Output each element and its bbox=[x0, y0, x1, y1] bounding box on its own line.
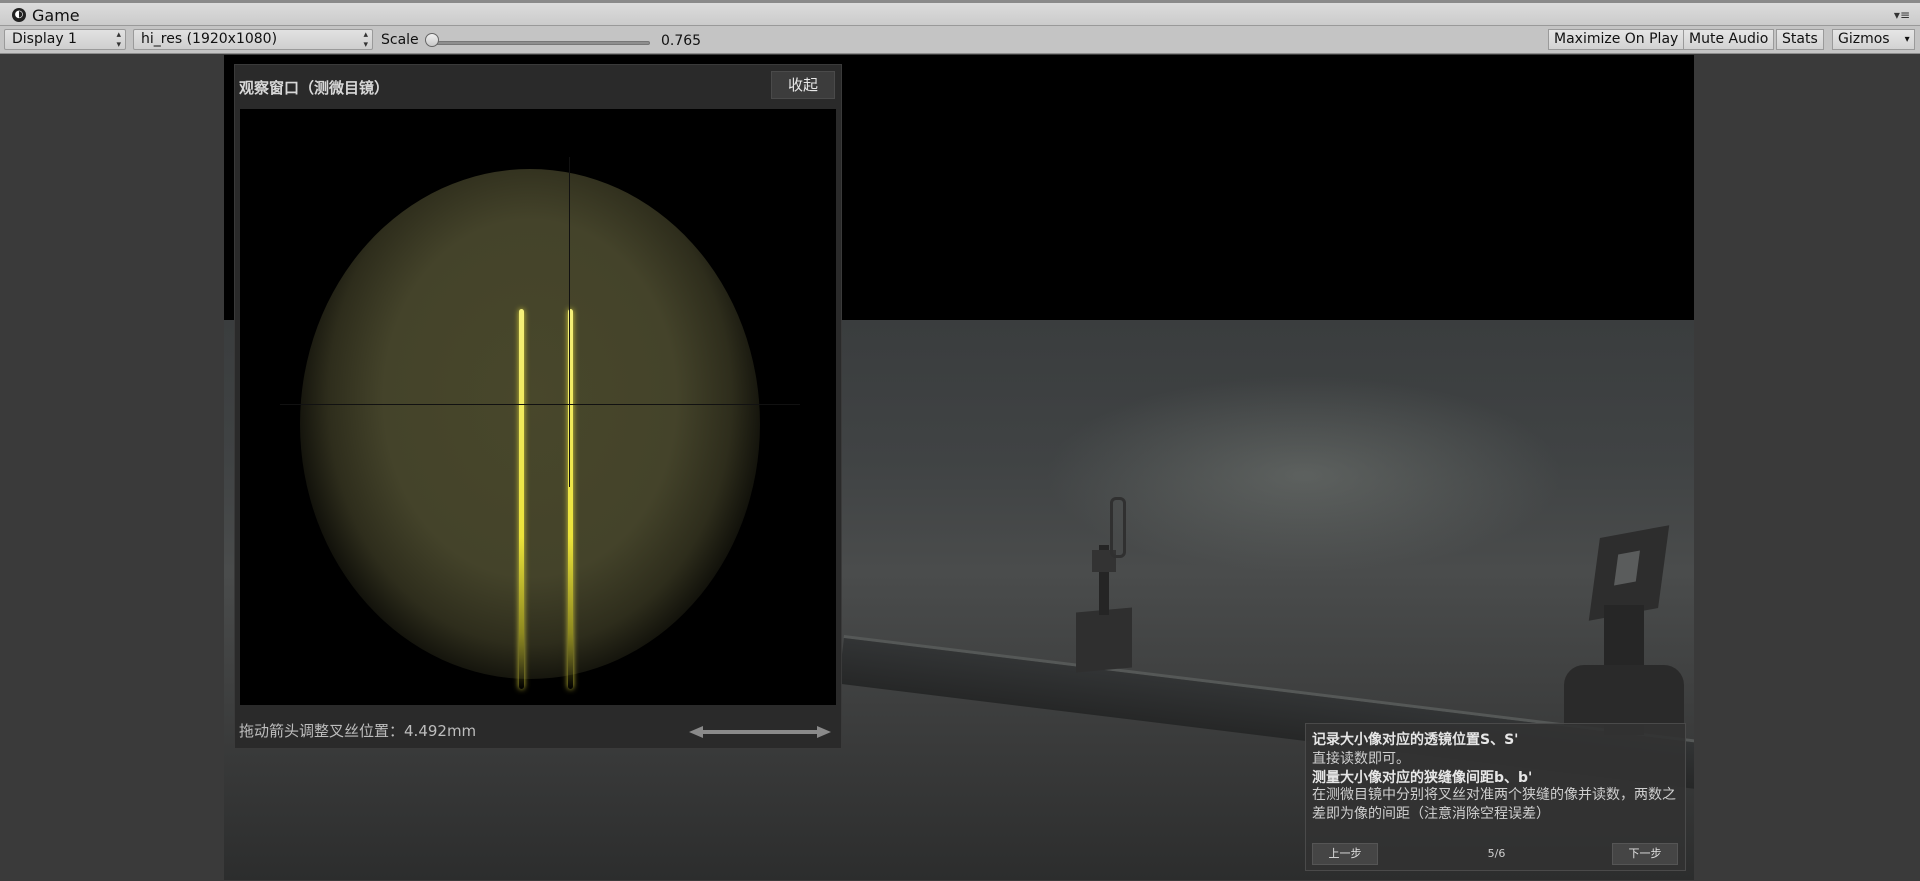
gizmos-label: Gizmos bbox=[1838, 31, 1890, 47]
window-titlebar: ◐ Game ▾≡ bbox=[0, 0, 1920, 26]
select-arrows-icon: ▴ ▾ bbox=[363, 30, 368, 50]
instruction-panel: 记录大小像对应的透镜位置S、S' 直接读数即可。 测量大小像对应的狭缝像间距b、… bbox=[1305, 723, 1686, 871]
instruction-heading-2: 测量大小像对应的狭缝像间距b、b' bbox=[1312, 770, 1533, 786]
resolution-select[interactable]: hi_res (1920x1080) ▴ ▾ bbox=[133, 29, 373, 50]
gizmos-button[interactable]: Gizmos ▾ bbox=[1832, 29, 1915, 50]
eyepiece-view bbox=[240, 109, 836, 705]
slit-image-left bbox=[519, 309, 524, 689]
crosshair-horizontal bbox=[280, 404, 800, 405]
observation-window: 观察窗口（测微目镜） 收起 拖动箭头调整叉丝位置：4.492mm bbox=[234, 64, 842, 749]
observation-window-title: 观察窗口（测微目镜） bbox=[239, 79, 390, 97]
next-step-button[interactable]: 下一步 bbox=[1612, 843, 1678, 865]
instruction-heading-1: 记录大小像对应的透镜位置S、S' bbox=[1312, 732, 1519, 748]
display-select[interactable]: Display 1 ▴ ▾ bbox=[4, 29, 126, 50]
maximize-on-play-button[interactable]: Maximize On Play bbox=[1548, 29, 1685, 50]
display-select-value: Display 1 bbox=[12, 31, 77, 47]
scale-value: 0.765 bbox=[661, 33, 702, 49]
drag-arrow-icon[interactable] bbox=[689, 725, 831, 739]
crosshair-position-readout: 拖动箭头调整叉丝位置：4.492mm bbox=[239, 722, 477, 740]
crosshair-vertical bbox=[569, 157, 570, 487]
scale-slider-thumb[interactable] bbox=[425, 33, 439, 47]
stats-button[interactable]: Stats bbox=[1776, 29, 1824, 50]
slit-holder-base bbox=[1076, 607, 1132, 673]
unity-logo-icon: ◐ bbox=[12, 8, 26, 22]
scale-slider-track[interactable] bbox=[430, 41, 650, 45]
collapse-button[interactable]: 收起 bbox=[771, 71, 835, 99]
instruction-text-2: 在测微目镜中分别将叉丝对准两个狭缝的像并读数，两数之差即为像的间距（注意消除空程… bbox=[1312, 787, 1676, 822]
screen-base bbox=[1564, 665, 1684, 725]
resolution-select-value: hi_res (1920x1080) bbox=[141, 31, 278, 47]
scale-label: Scale bbox=[381, 32, 419, 48]
select-arrows-icon: ▴ ▾ bbox=[116, 30, 121, 50]
game-toolbar: Display 1 ▴ ▾ hi_res (1920x1080) ▴ ▾ Scale… bbox=[0, 26, 1920, 54]
instruction-text-1: 直接读数即可。 bbox=[1312, 751, 1410, 767]
eyepiece-light-field bbox=[300, 169, 760, 679]
window-menu-icon[interactable]: ▾≡ bbox=[1894, 8, 1910, 22]
slit-holder-ring bbox=[1110, 497, 1126, 558]
mute-audio-button[interactable]: Mute Audio bbox=[1683, 29, 1775, 50]
window-title: Game bbox=[32, 6, 80, 25]
gizmos-dropdown-icon[interactable]: ▾ bbox=[1905, 30, 1910, 49]
